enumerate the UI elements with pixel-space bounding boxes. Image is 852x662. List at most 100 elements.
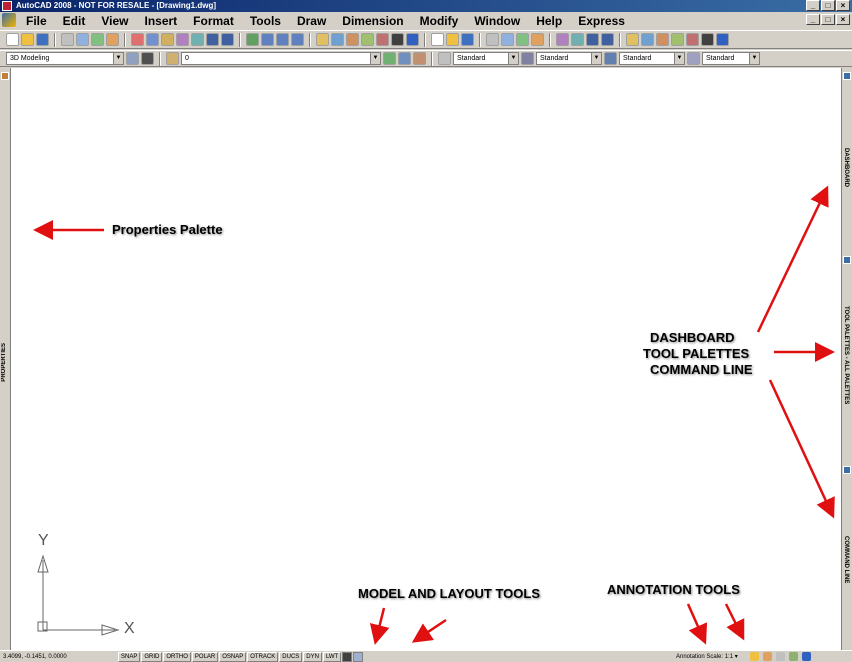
layer-properties-icon[interactable] bbox=[166, 52, 179, 65]
pan-icon[interactable] bbox=[246, 33, 259, 46]
annotation-visibility-icon[interactable] bbox=[750, 652, 759, 661]
sheet-set-icon-2[interactable] bbox=[671, 33, 684, 46]
menu-express[interactable]: Express bbox=[570, 14, 633, 28]
dropdown-arrow-icon[interactable]: ▼ bbox=[370, 53, 380, 64]
right-palettes[interactable]: DASHBOARD TOOL PALETTES - ALL PALETTES C… bbox=[841, 68, 852, 650]
redo-icon[interactable] bbox=[221, 33, 234, 46]
workspace-save-icon[interactable] bbox=[141, 52, 154, 65]
coordinate-display[interactable]: 3.4099, -0.1451, 0.0000 bbox=[0, 654, 118, 660]
open-icon-2[interactable] bbox=[446, 33, 459, 46]
block-editor-icon[interactable] bbox=[191, 33, 204, 46]
annotation-scale-value[interactable]: 1:1 ▾ bbox=[725, 654, 738, 660]
new-icon-2[interactable] bbox=[431, 33, 444, 46]
properties-icon-2[interactable] bbox=[626, 33, 639, 46]
workspace-settings-icon[interactable] bbox=[126, 52, 139, 65]
dropdown-arrow-icon[interactable]: ▼ bbox=[674, 53, 684, 64]
dropdown-arrow-icon[interactable]: ▼ bbox=[508, 53, 518, 64]
plot-preview-icon-2[interactable] bbox=[501, 33, 514, 46]
open-icon[interactable] bbox=[21, 33, 34, 46]
design-feed-icon-2[interactable] bbox=[531, 33, 544, 46]
menu-file[interactable]: File bbox=[18, 14, 55, 28]
help-icon-2[interactable] bbox=[716, 33, 729, 46]
text-style-icon[interactable] bbox=[438, 52, 451, 65]
model-tab-icon[interactable] bbox=[342, 651, 353, 662]
dropdown-arrow-icon[interactable]: ▼ bbox=[749, 53, 759, 64]
document-icon[interactable] bbox=[2, 13, 16, 27]
zoom-previous-icon[interactable] bbox=[291, 33, 304, 46]
paste-icon[interactable] bbox=[161, 33, 174, 46]
menu-tools[interactable]: Tools bbox=[242, 14, 289, 28]
tool-palettes-icon-right[interactable] bbox=[843, 256, 851, 264]
dimension-style-icon[interactable] bbox=[521, 52, 534, 65]
layer-states-icon[interactable] bbox=[413, 52, 426, 65]
plot-icon-2[interactable] bbox=[486, 33, 499, 46]
redo-icon-2[interactable] bbox=[601, 33, 614, 46]
sheet-set-icon[interactable] bbox=[361, 33, 374, 46]
design-center-icon-2[interactable] bbox=[641, 33, 654, 46]
autocad-app-icon[interactable] bbox=[2, 1, 12, 11]
close-button[interactable]: × bbox=[836, 0, 850, 11]
design-feed-icon[interactable] bbox=[106, 33, 119, 46]
menu-dimension[interactable]: Dimension bbox=[334, 14, 411, 28]
menu-modify[interactable]: Modify bbox=[412, 14, 467, 28]
undo-icon[interactable] bbox=[206, 33, 219, 46]
doc-minimize-button[interactable]: _ bbox=[806, 14, 820, 25]
menu-view[interactable]: View bbox=[93, 14, 136, 28]
menu-window[interactable]: Window bbox=[466, 14, 528, 28]
command-line-palette-label[interactable]: COMMAND LINE bbox=[843, 536, 849, 583]
dyn-toggle[interactable]: DYN bbox=[303, 651, 322, 662]
plot-preview-icon[interactable] bbox=[76, 33, 89, 46]
minimize-button[interactable]: _ bbox=[806, 0, 820, 11]
menu-draw[interactable]: Draw bbox=[289, 14, 334, 28]
dropdown-arrow-icon[interactable]: ▼ bbox=[113, 53, 123, 64]
block-editor-icon-2[interactable] bbox=[571, 33, 584, 46]
new-icon[interactable] bbox=[6, 33, 19, 46]
text-style-select[interactable]: Standard ▼ bbox=[453, 52, 519, 65]
palette-properties-icon[interactable] bbox=[1, 72, 9, 80]
properties-icon[interactable] bbox=[316, 33, 329, 46]
dashboard-palette-label[interactable]: DASHBOARD bbox=[843, 148, 849, 187]
multileader-style-icon[interactable] bbox=[687, 52, 700, 65]
save-icon-2[interactable] bbox=[461, 33, 474, 46]
menu-insert[interactable]: Insert bbox=[136, 14, 185, 28]
status-bar-menu-icon[interactable] bbox=[789, 652, 798, 661]
doc-close-button[interactable]: × bbox=[836, 14, 850, 25]
copy-icon[interactable] bbox=[146, 33, 159, 46]
dashboard-palette-icon[interactable] bbox=[843, 72, 851, 80]
polar-toggle[interactable]: POLAR bbox=[191, 651, 219, 662]
markup-icon-2[interactable] bbox=[686, 33, 699, 46]
osnap-toggle[interactable]: OSNAP bbox=[219, 651, 247, 662]
workspace-select[interactable]: 3D Modeling ▼ bbox=[6, 52, 124, 65]
snap-toggle[interactable]: SNAP bbox=[118, 651, 141, 662]
annotation-scale[interactable]: Annotation Scale: 1:1 ▾ bbox=[676, 653, 738, 660]
command-line-palette-icon[interactable] bbox=[843, 466, 851, 474]
otrack-toggle[interactable]: OTRACK bbox=[247, 651, 279, 662]
match-properties-icon-2[interactable] bbox=[556, 33, 569, 46]
publish-icon[interactable] bbox=[91, 33, 104, 46]
make-object-layer-current-icon[interactable] bbox=[383, 52, 396, 65]
dropdown-arrow-icon[interactable]: ▼ bbox=[591, 53, 601, 64]
menu-edit[interactable]: Edit bbox=[55, 14, 94, 28]
ducs-toggle[interactable]: DUCS bbox=[279, 651, 303, 662]
markup-icon[interactable] bbox=[376, 33, 389, 46]
lwt-toggle[interactable]: LWT bbox=[322, 651, 342, 662]
match-properties-icon[interactable] bbox=[176, 33, 189, 46]
automatic-scale-icon[interactable] bbox=[763, 652, 772, 661]
grid-toggle[interactable]: GRID bbox=[141, 651, 163, 662]
dimension-style-select[interactable]: Standard ▼ bbox=[536, 52, 602, 65]
calculator-icon-2[interactable] bbox=[701, 33, 714, 46]
zoom-realtime-icon[interactable] bbox=[261, 33, 274, 46]
undo-icon-2[interactable] bbox=[586, 33, 599, 46]
zoom-window-icon[interactable] bbox=[276, 33, 289, 46]
tool-palettes-icon-2[interactable] bbox=[656, 33, 669, 46]
clean-screen-icon[interactable] bbox=[802, 652, 811, 661]
table-style-icon[interactable] bbox=[604, 52, 617, 65]
ortho-toggle[interactable]: ORTHO bbox=[163, 651, 191, 662]
design-center-icon[interactable] bbox=[331, 33, 344, 46]
calculator-icon[interactable] bbox=[391, 33, 404, 46]
layer-select[interactable]: 0 ▼ bbox=[181, 52, 381, 65]
tool-palettes-icon[interactable] bbox=[346, 33, 359, 46]
tool-palettes-label[interactable]: TOOL PALETTES - ALL PALETTES bbox=[843, 306, 849, 404]
plot-icon[interactable] bbox=[61, 33, 74, 46]
layer-previous-icon[interactable] bbox=[398, 52, 411, 65]
